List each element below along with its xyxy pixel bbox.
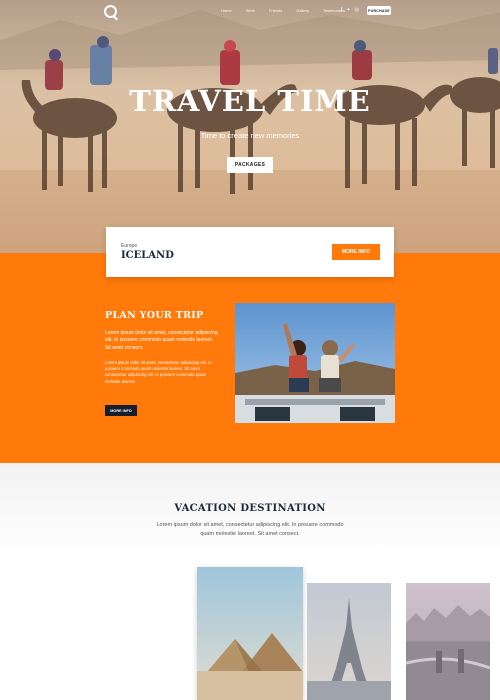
nav-item-work[interactable]: Work bbox=[246, 8, 255, 13]
destination-card: Europe ICELAND MORE INFO bbox=[106, 227, 394, 277]
plan-paragraph-secondary: Lorem ipsum dolor sit amet, consectetur … bbox=[105, 360, 212, 384]
hero-title: TRAVEL TIME bbox=[129, 84, 371, 118]
destination-region: Europe bbox=[121, 243, 138, 249]
destination-name: ICELAND bbox=[121, 250, 174, 261]
travelers-photo bbox=[235, 303, 395, 423]
plan-more-info-button[interactable]: MORE INFO bbox=[105, 405, 137, 416]
nav-item-home[interactable]: Home bbox=[221, 8, 232, 13]
destination-image-eiffel[interactable] bbox=[307, 583, 391, 700]
logo-icon[interactable] bbox=[104, 5, 117, 18]
hero-background-image bbox=[0, 0, 500, 253]
vacation-title: VACATION DESTINATION bbox=[174, 503, 326, 514]
destination-image-pyramids[interactable] bbox=[197, 567, 303, 700]
nav-item-friends[interactable]: Friends bbox=[269, 8, 282, 13]
more-info-button[interactable]: MORE INFO bbox=[332, 244, 380, 260]
destination-image-london[interactable] bbox=[406, 583, 490, 700]
packages-button[interactable]: PACKAGES bbox=[227, 157, 273, 173]
hero-subtitle: Time to create new memories bbox=[200, 131, 300, 140]
page: Home Work Friends Gallery Testimonials f… bbox=[0, 0, 500, 700]
plan-paragraph: Lorem ipsum dolor sit amet, consectetur … bbox=[105, 330, 218, 351]
vacation-text: Lorem ipsum dolor sit amet, consectetur … bbox=[156, 522, 344, 537]
twitter-icon[interactable]: ✦ bbox=[346, 7, 350, 13]
instagram-icon[interactable]: ◎ bbox=[355, 7, 359, 13]
nav-item-gallery[interactable]: Gallery bbox=[296, 8, 309, 13]
facebook-icon[interactable]: f bbox=[341, 7, 342, 13]
plan-title: PLAN YOUR TRIP bbox=[105, 310, 204, 321]
purchase-button[interactable]: PURCHASE bbox=[367, 6, 391, 15]
main-nav: Home Work Friends Gallery Testimonials bbox=[221, 8, 359, 13]
social-links: f ✦ ◎ bbox=[341, 7, 359, 13]
hero-section: Home Work Friends Gallery Testimonials f… bbox=[0, 0, 500, 253]
